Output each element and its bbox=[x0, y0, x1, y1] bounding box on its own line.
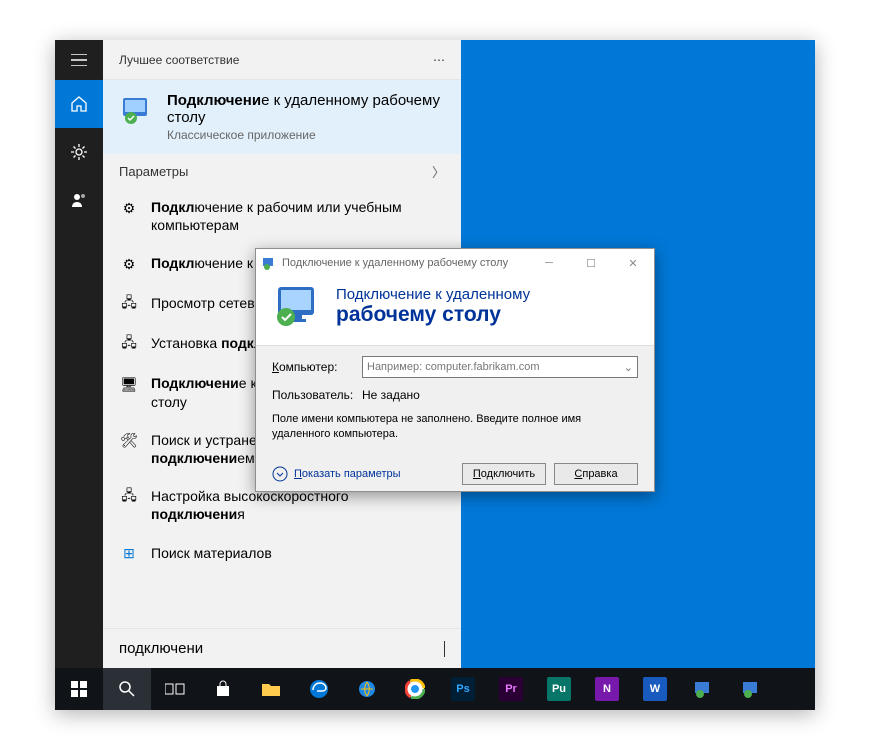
photoshop-icon[interactable]: Ps bbox=[439, 668, 487, 710]
taskbar-rdc-icon[interactable] bbox=[679, 668, 727, 710]
gear-icon[interactable] bbox=[55, 128, 103, 176]
network-icon: 🖧 bbox=[119, 294, 139, 314]
store-icon: ⊞ bbox=[119, 544, 139, 564]
dialog-title: Подключение к удаленному рабочему столу bbox=[282, 257, 508, 269]
best-match-result[interactable]: Подключение к удаленному рабочему столу … bbox=[103, 80, 461, 154]
search-icon[interactable] bbox=[103, 668, 151, 710]
banner-line1: Подключение к удаленному bbox=[336, 286, 530, 303]
onenote-icon[interactable]: N bbox=[583, 668, 631, 710]
publisher-icon[interactable]: Pu bbox=[535, 668, 583, 710]
store-icon[interactable] bbox=[199, 668, 247, 710]
banner-line2: рабочему столу bbox=[336, 303, 530, 327]
gear-icon: ⚙ bbox=[119, 198, 139, 218]
computer-label: Компьютер: bbox=[272, 360, 352, 374]
search-input[interactable] bbox=[119, 640, 444, 657]
show-options-toggle[interactable]: Показать параметры bbox=[272, 466, 401, 482]
network-icon: 🖧 bbox=[119, 334, 139, 354]
connect-button[interactable]: Подключить bbox=[462, 463, 546, 485]
premiere-icon[interactable]: Pr bbox=[487, 668, 535, 710]
close-button[interactable]: ✕ bbox=[612, 249, 654, 277]
chevron-down-icon: ⌄ bbox=[624, 361, 633, 374]
chevron-right-icon: 〉 bbox=[432, 162, 445, 181]
list-item-label: Настройка высокоскоростного подключения bbox=[151, 487, 445, 523]
rdc-icon: 🖥 bbox=[119, 374, 139, 394]
taskbar-rdc-icon-2[interactable] bbox=[727, 668, 775, 710]
chevron-down-circle-icon bbox=[272, 466, 288, 482]
edge-icon[interactable] bbox=[295, 668, 343, 710]
best-match-header: Лучшее соответствие ⋯ bbox=[103, 40, 461, 80]
list-item[interactable]: ⚙ Подключение к рабочим или учебным компь… bbox=[103, 188, 461, 244]
troubleshoot-icon: 🛠 bbox=[119, 431, 139, 451]
maximize-button[interactable]: ☐ bbox=[570, 249, 612, 277]
hamburger-icon[interactable] bbox=[55, 40, 103, 80]
chrome-icon[interactable] bbox=[391, 668, 439, 710]
best-match-subtitle: Классическое приложение bbox=[167, 128, 445, 142]
show-options-label: Показать параметры bbox=[294, 468, 401, 480]
start-rail bbox=[55, 40, 103, 668]
explorer-icon[interactable] bbox=[247, 668, 295, 710]
list-item-label: Подключение к рабочим или учебным компью… bbox=[151, 198, 445, 234]
rdc-large-icon bbox=[272, 283, 322, 329]
rdc-app-icon bbox=[119, 92, 155, 128]
help-button[interactable]: Справка bbox=[554, 463, 638, 485]
computer-combobox[interactable]: Например: computer.fabrikam.com ⌄ bbox=[362, 356, 638, 378]
dialog-banner: Подключение к удаленному рабочему столу bbox=[256, 277, 654, 345]
list-item-materials[interactable]: ⊞ Поиск материалов bbox=[103, 534, 461, 574]
task-view-icon[interactable] bbox=[151, 668, 199, 710]
hint-text: Поле имени компьютера не заполнено. Введ… bbox=[272, 412, 638, 443]
minimize-button[interactable]: ─ bbox=[528, 249, 570, 277]
dialog-body: Компьютер: Например: computer.fabrikam.c… bbox=[256, 345, 654, 491]
ie-icon[interactable] bbox=[343, 668, 391, 710]
list-item-label: Поиск материалов bbox=[151, 544, 272, 562]
start-button[interactable] bbox=[55, 668, 103, 710]
best-match-title: Подключение к удаленному рабочему столу bbox=[167, 92, 445, 126]
computer-placeholder: Например: computer.fabrikam.com bbox=[367, 361, 540, 373]
user-value: Не задано bbox=[362, 388, 420, 402]
section-label: Параметры bbox=[119, 164, 188, 179]
titlebar[interactable]: Подключение к удаленному рабочему столу … bbox=[256, 249, 654, 277]
network-icon: 🖧 bbox=[119, 487, 139, 507]
rdc-dialog: Подключение к удаленному рабочему столу … bbox=[255, 248, 655, 492]
word-icon[interactable]: W bbox=[631, 668, 679, 710]
people-icon[interactable] bbox=[55, 176, 103, 224]
best-match-label: Лучшее соответствие bbox=[119, 53, 239, 67]
gear-icon: ⚙ bbox=[119, 254, 139, 274]
rdc-title-icon bbox=[262, 256, 276, 270]
search-box-container bbox=[103, 628, 461, 668]
user-label: Пользователь: bbox=[272, 388, 352, 402]
section-settings[interactable]: Параметры 〉 bbox=[103, 154, 461, 188]
home-icon[interactable] bbox=[55, 80, 103, 128]
more-icon[interactable]: ⋯ bbox=[433, 53, 445, 67]
taskbar: Ps Pr Pu N W bbox=[55, 668, 815, 710]
